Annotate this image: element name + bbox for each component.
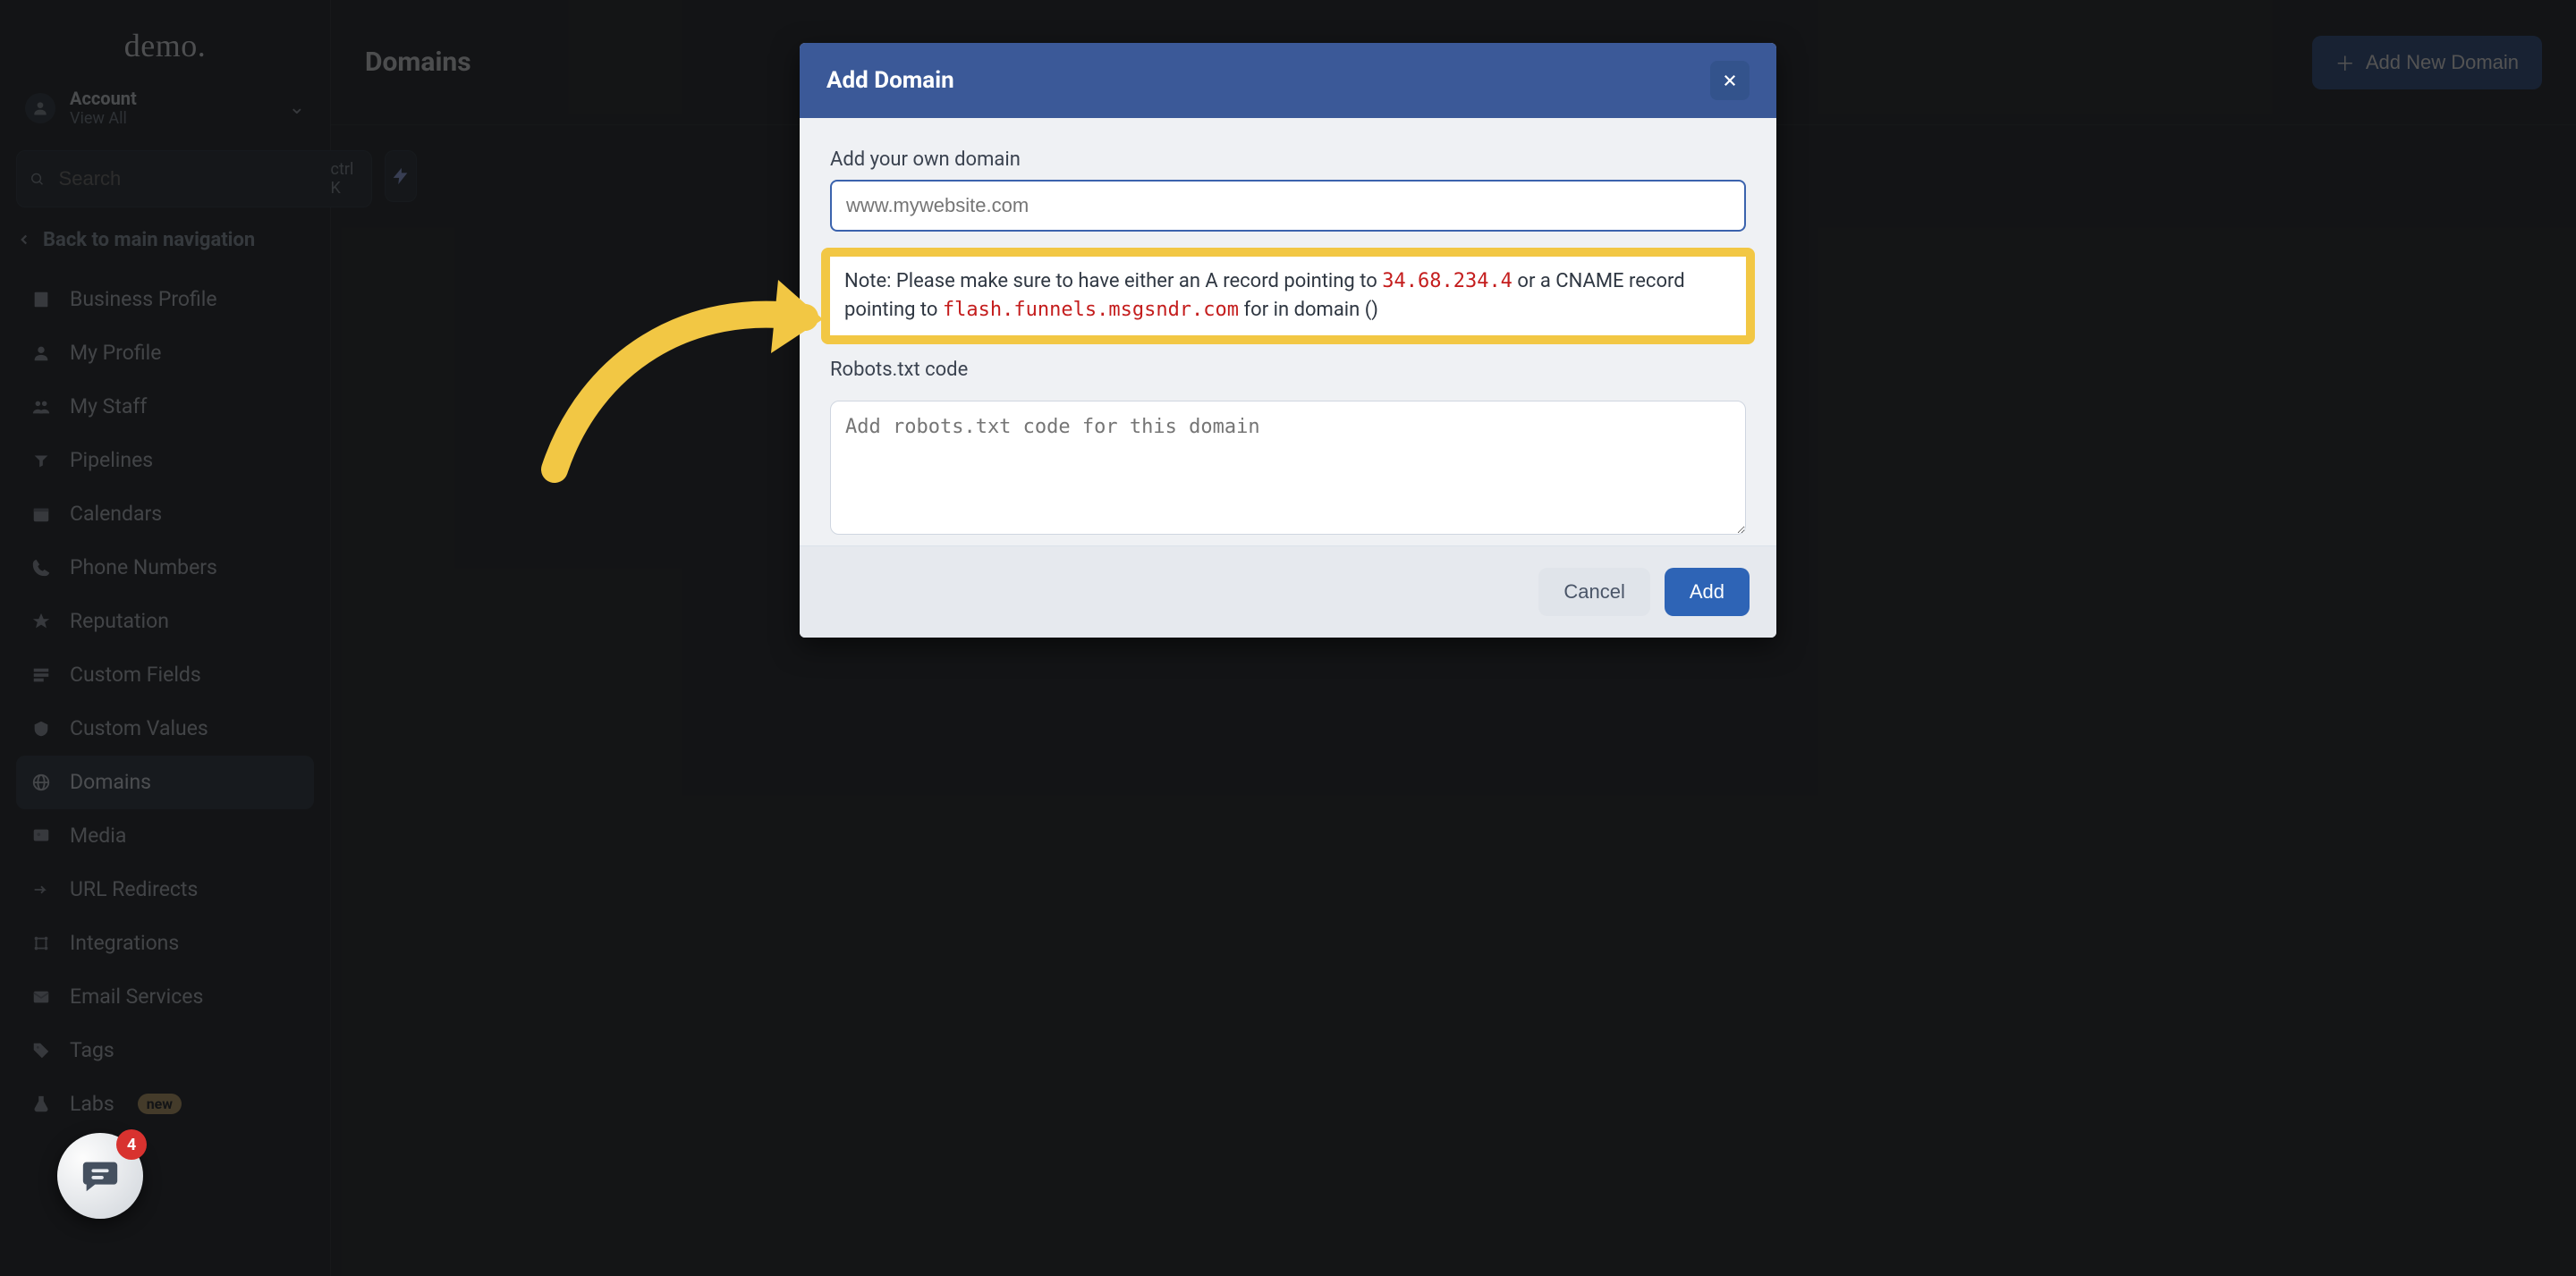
note-a-record-ip: 34.68.234.4 [1382, 270, 1513, 292]
close-icon [1722, 72, 1738, 89]
modal-title: Add Domain [826, 67, 954, 94]
note-prefix: Note: Please make sure to have either an… [844, 270, 1382, 292]
app-root: demo. Account View All ⌄ ctrl K [0, 0, 2576, 1276]
dns-note-highlighted: Note: Please make sure to have either an… [821, 248, 1755, 344]
modal-header: Add Domain [800, 43, 1776, 118]
add-button[interactable]: Add [1665, 568, 1750, 616]
chat-launcher[interactable]: 4 [57, 1133, 143, 1219]
note-suffix: for in domain () [1244, 299, 1378, 321]
chat-icon [80, 1155, 121, 1196]
robots-textarea[interactable] [830, 401, 1746, 535]
domain-input[interactable] [830, 180, 1746, 232]
domain-input-label: Add your own domain [830, 148, 1746, 171]
robots-label: Robots.txt code [830, 359, 1746, 381]
chat-unread-badge: 4 [116, 1129, 147, 1160]
cancel-button[interactable]: Cancel [1538, 568, 1649, 616]
modal-footer: Cancel Add [800, 545, 1776, 638]
modal-close-button[interactable] [1710, 61, 1750, 100]
note-cname-target: flash.funnels.msgsndr.com [943, 299, 1239, 321]
modal-body: Add your own domain Note: Please make su… [800, 118, 1776, 545]
add-domain-modal: Add Domain Add your own domain Note: Ple… [800, 43, 1776, 638]
